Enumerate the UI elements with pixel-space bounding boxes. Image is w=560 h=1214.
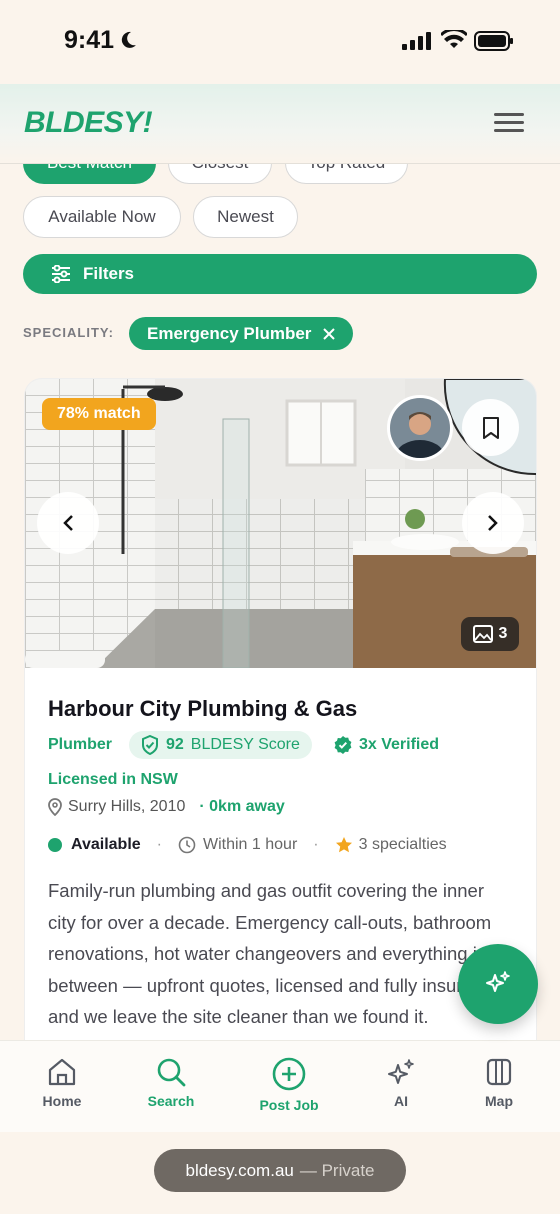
filters-button[interactable]: Filters <box>23 254 537 294</box>
nav-home-label: Home <box>42 1093 82 1109</box>
search-icon <box>157 1058 186 1087</box>
nav-search-label: Search <box>147 1093 195 1109</box>
avatar[interactable] <box>387 395 453 461</box>
hamburger-icon <box>494 113 524 116</box>
home-icon <box>48 1058 76 1086</box>
ai-assistant-button[interactable] <box>458 944 538 1024</box>
close-icon[interactable] <box>323 327 336 340</box>
availability-text: Available <box>71 836 141 853</box>
sort-chip-available-now[interactable]: Available Now <box>23 196 181 238</box>
location-text: Surry Hills, 2010 <box>68 798 186 815</box>
score-value: 92 <box>166 736 184 753</box>
browser-domain: bldesy.com.au <box>185 1160 294 1180</box>
status-bar: 9:41 <box>0 0 560 84</box>
bottom-navigation: Home Search Post Job AI Map <box>0 1040 560 1132</box>
speciality-label: SPECIALITY: <box>23 325 114 340</box>
speciality-chip-label: Emergency Plumber <box>147 323 312 343</box>
response-time: Within 1 hour <box>203 836 298 853</box>
sparkle-icon <box>486 971 510 992</box>
verified-label: 3x Verified <box>359 736 440 753</box>
plus-circle-icon <box>272 1057 306 1091</box>
listing-photo[interactable]: 78% match 3 <box>25 379 536 668</box>
image-icon <box>472 625 493 643</box>
chevron-right-icon <box>488 515 498 531</box>
location-row: Surry Hills, 2010 · 0km away <box>48 798 285 816</box>
speciality-chip[interactable]: Emergency Plumber <box>129 317 354 350</box>
app-header: BLDESY! <box>0 84 560 164</box>
battery-icon <box>474 31 513 51</box>
nav-home[interactable]: Home <box>17 1057 107 1109</box>
photo-count-badge[interactable]: 3 <box>461 617 519 651</box>
sparkle-icon <box>388 1059 414 1084</box>
match-badge: 78% match <box>42 398 156 430</box>
profile-photo <box>390 398 450 458</box>
nav-ai[interactable]: AI <box>356 1057 446 1109</box>
specialties-count: 3 specialties <box>358 836 447 853</box>
verified-check-icon <box>334 736 352 754</box>
save-button[interactable] <box>462 399 519 456</box>
filters-label: Filters <box>83 264 135 283</box>
nav-search[interactable]: Search <box>126 1057 216 1109</box>
bookmark-icon <box>482 416 499 439</box>
verified-badge: 3x Verified <box>334 736 439 754</box>
chevron-left-icon <box>63 515 73 531</box>
shield-check-icon <box>142 735 158 755</box>
map-icon <box>486 1058 512 1086</box>
browser-private-label: — Private <box>299 1160 375 1180</box>
availability-row: Available · Within 1 hour · 3 specialtie… <box>48 836 447 854</box>
business-name[interactable]: Harbour City Plumbing & Gas <box>48 696 357 722</box>
sliders-icon <box>52 265 70 283</box>
distance-text: · 0km away <box>199 798 285 815</box>
nav-map[interactable]: Map <box>454 1057 544 1109</box>
wifi-icon <box>441 30 467 48</box>
listing-card[interactable]: 78% match 3 Harbour City Plumbing & Gas … <box>24 378 537 1058</box>
clock-icon <box>178 836 196 854</box>
nav-post-job-label: Post Job <box>259 1097 319 1113</box>
browser-address-bar[interactable]: bldesy.com.au — Private <box>154 1149 406 1192</box>
nav-post-job[interactable]: Post Job <box>244 1057 334 1113</box>
nav-map-label: Map <box>485 1093 513 1109</box>
licence-label: Licensed in NSW <box>48 771 178 788</box>
menu-button[interactable] <box>490 108 528 142</box>
brand-logo[interactable]: BLDESY! <box>24 106 153 140</box>
availability-dot <box>48 838 62 852</box>
previous-photo-button[interactable] <box>37 492 99 554</box>
score-label: BLDESY Score <box>190 736 300 753</box>
status-time: 9:41 <box>64 26 115 54</box>
map-pin-icon <box>48 798 62 816</box>
moon-icon <box>121 31 136 48</box>
listing-description: Family-run plumbing and gas outfit cover… <box>48 880 492 1027</box>
score-badge: 92 BLDESY Score <box>129 731 312 759</box>
next-photo-button[interactable] <box>462 492 524 554</box>
sort-chip-newest[interactable]: Newest <box>193 196 298 238</box>
photo-count: 3 <box>498 625 508 642</box>
star-icon <box>335 837 352 853</box>
cellular-signal-icon <box>402 32 431 50</box>
trade-label: Plumber <box>48 736 113 753</box>
nav-ai-label: AI <box>394 1093 408 1109</box>
